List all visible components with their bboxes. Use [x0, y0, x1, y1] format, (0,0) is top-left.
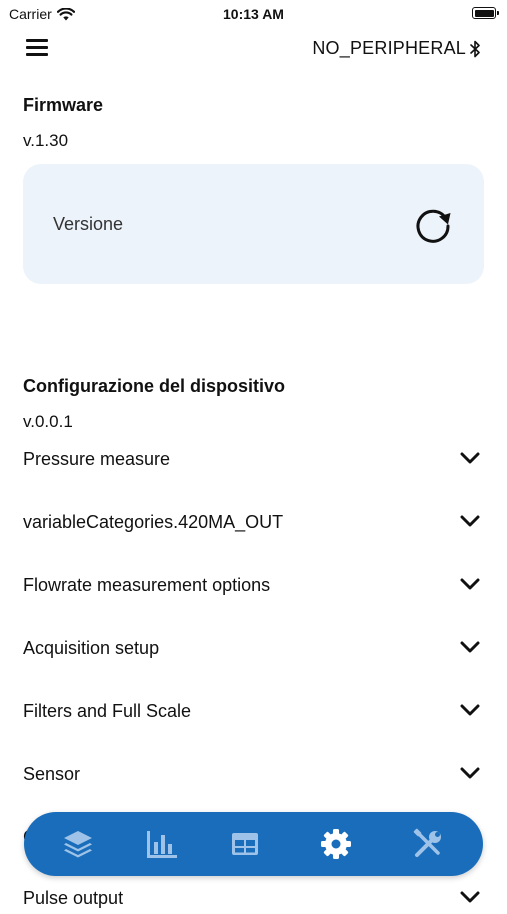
firmware-title: Firmware	[23, 95, 104, 115]
accordion-flowrate-options[interactable]: Flowrate measurement options	[23, 571, 484, 601]
layers-icon[interactable]	[60, 826, 96, 862]
accordion-filters-full-scale[interactable]: Filters and Full Scale	[23, 697, 484, 727]
status-time: 10:13 AM	[223, 6, 284, 22]
battery-icon	[472, 7, 499, 19]
accordion-label: Acquisition setup	[23, 638, 160, 658]
device-name: NO_PERIPHERAL	[312, 38, 466, 58]
settings-icon[interactable]	[318, 826, 354, 862]
chevron-down-icon	[460, 515, 480, 527]
chevron-down-icon	[460, 641, 480, 653]
chevron-down-icon	[460, 578, 480, 590]
firmware-version: v.1.30	[23, 131, 69, 150]
accordion-acquisition-setup[interactable]: Acquisition setup	[23, 634, 484, 664]
chevron-down-icon	[460, 452, 480, 464]
accordion-420ma-out[interactable]: variableCategories.420MA_OUT	[23, 508, 484, 538]
configuration-version: v.0.0.1	[23, 412, 73, 431]
configuration-title: Configurazione del dispositivo	[23, 376, 286, 396]
table-icon[interactable]	[227, 826, 263, 862]
accordion-label: Pulse output	[23, 888, 124, 908]
status-bar: Carrier 10:13 AM	[0, 0, 507, 28]
bottom-nav	[24, 812, 483, 876]
refresh-icon[interactable]	[414, 205, 454, 245]
version-card-label: Versione	[53, 214, 124, 234]
accordion-label: Pressure measure	[23, 449, 171, 469]
tools-icon[interactable]	[410, 826, 446, 862]
accordion-label: Flowrate measurement options	[23, 575, 271, 595]
accordion-label: variableCategories.420MA_OUT	[23, 512, 284, 532]
accordion-pulse-output[interactable]: Pulse output	[23, 884, 484, 914]
chevron-down-icon	[460, 891, 480, 903]
accordion-label: Filters and Full Scale	[23, 701, 192, 721]
device-indicator[interactable]: NO_PERIPHERAL	[312, 38, 481, 59]
app-header: NO_PERIPHERAL	[0, 30, 507, 64]
chevron-down-icon	[460, 767, 480, 779]
bar-chart-icon[interactable]	[144, 826, 180, 862]
chevron-down-icon	[460, 704, 480, 716]
accordion-pressure-measure[interactable]: Pressure measure	[23, 445, 484, 475]
bluetooth-icon	[470, 40, 480, 57]
accordion-label: Sensor	[23, 764, 81, 784]
version-card[interactable]: Versione	[23, 164, 484, 284]
hamburger-icon[interactable]	[26, 39, 48, 57]
accordion-sensor[interactable]: Sensor	[23, 760, 484, 790]
